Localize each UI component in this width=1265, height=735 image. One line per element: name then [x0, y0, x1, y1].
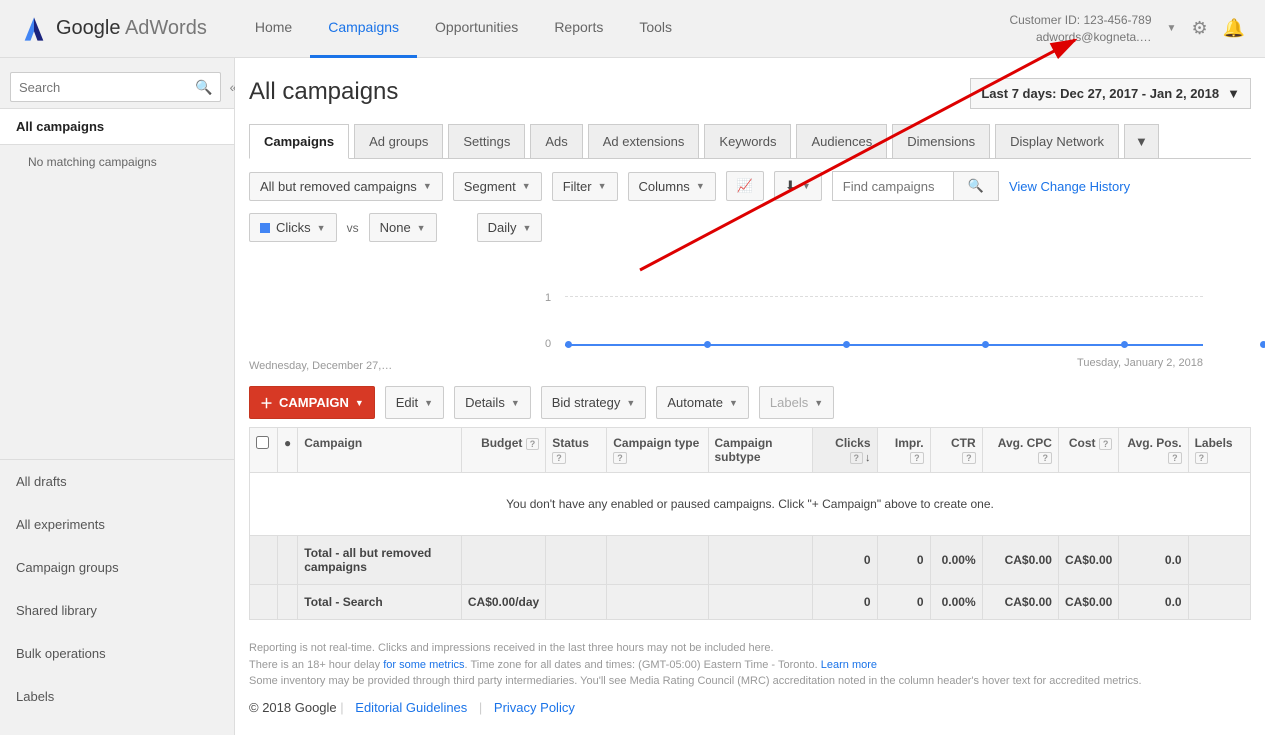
nav-home[interactable]: Home [237, 0, 310, 58]
select-all-checkbox[interactable] [256, 436, 269, 449]
nav-campaigns[interactable]: Campaigns [310, 0, 417, 58]
view-change-history-link[interactable]: View Change History [1009, 179, 1130, 194]
adwords-logo-icon [20, 15, 48, 43]
th-budget[interactable]: Budget ? [461, 428, 545, 473]
editorial-guidelines-link[interactable]: Editorial Guidelines [355, 700, 467, 715]
subtabs: Campaigns Ad groups Settings Ads Ad exte… [249, 124, 1251, 159]
gear-icon[interactable]: ⚙ [1191, 18, 1207, 39]
main-content: Last 7 days: Dec 27, 2017 - Jan 2, 2018 … [235, 58, 1265, 735]
campaigns-table: ● Campaign Budget ? Status ? Campaign ty… [249, 427, 1251, 620]
find-search-icon[interactable]: 🔍 [953, 172, 998, 200]
th-subtype[interactable]: Campaign subtype [708, 428, 812, 473]
sidebar-search[interactable]: 🔍 [10, 72, 221, 102]
sidebar-no-matching: No matching campaigns [0, 145, 234, 179]
date-range-selector[interactable]: Last 7 days: Dec 27, 2017 - Jan 2, 2018 … [970, 78, 1251, 109]
th-campaign[interactable]: Campaign [298, 428, 462, 473]
chart-icon-button[interactable]: 📈 [726, 171, 764, 201]
nav-opportunities[interactable]: Opportunities [417, 0, 536, 58]
tab-keywords[interactable]: Keywords [704, 124, 791, 158]
automate-button[interactable]: Automate▼ [656, 386, 749, 419]
th-type[interactable]: Campaign type ? [607, 428, 708, 473]
tab-display-network[interactable]: Display Network [995, 124, 1119, 158]
compare-selector[interactable]: None▼ [369, 213, 437, 242]
sidebar: 🔍 « All campaigns No matching campaigns … [0, 58, 235, 735]
chevron-down-icon: ▼ [1227, 86, 1240, 101]
sidebar-all-experiments[interactable]: All experiments [0, 503, 234, 546]
nav-tools[interactable]: Tools [621, 0, 690, 58]
sidebar-all-drafts[interactable]: All drafts [0, 460, 234, 503]
account-info: Customer ID: 123-456-789 adwords@kogneta… [1009, 12, 1151, 46]
date-range-label: Last 7 days: Dec 27, 2017 - Jan 2, 2018 [981, 86, 1219, 101]
account-email: adwords@kogneta.… [1009, 29, 1151, 46]
th-ctr[interactable]: CTR ? [930, 428, 982, 473]
th-cost[interactable]: Cost ? [1058, 428, 1118, 473]
campaign-status-filter[interactable]: All but removed campaigns▼ [249, 172, 443, 201]
search-icon: 🔍 [195, 79, 212, 96]
some-metrics-link[interactable]: for some metrics [383, 659, 464, 671]
filter-button[interactable]: Filter▼ [552, 172, 618, 201]
footer-disclaimer: Reporting is not real-time. Clicks and i… [249, 640, 1251, 690]
bell-icon[interactable]: 🔔 [1223, 18, 1245, 39]
granularity-selector[interactable]: Daily▼ [477, 213, 543, 242]
sidebar-shared-library[interactable]: Shared library [0, 589, 234, 632]
th-avg-cpc[interactable]: Avg. CPC ? [982, 428, 1058, 473]
sidebar-search-input[interactable] [19, 80, 195, 95]
empty-state-message: You don't have any enabled or paused cam… [250, 473, 1251, 536]
columns-button[interactable]: Columns▼ [628, 172, 716, 201]
chart-start-date: Wednesday, December 27,… [249, 360, 392, 372]
tab-campaigns[interactable]: Campaigns [249, 124, 349, 159]
learn-more-link[interactable]: Learn more [821, 659, 877, 671]
logo[interactable]: Google AdWords [20, 15, 207, 43]
customer-id: Customer ID: 123-456-789 [1009, 12, 1151, 29]
tab-dimensions[interactable]: Dimensions [892, 124, 990, 158]
logo-text: Google AdWords [56, 17, 207, 40]
edit-button[interactable]: Edit▼ [385, 386, 444, 419]
status-dot-header: ● [278, 428, 298, 473]
vs-label: vs [347, 221, 359, 235]
find-campaigns[interactable]: 🔍 [832, 171, 999, 201]
chart: 1 0 [249, 256, 1251, 351]
th-clicks[interactable]: Clicks ?↓ [812, 428, 877, 473]
download-button[interactable]: ⬇▼ [774, 171, 822, 201]
chart-end-date: Tuesday, January 2, 2018 [1077, 357, 1203, 369]
chart-y-0: 0 [545, 338, 551, 350]
segment-button[interactable]: Segment▼ [453, 172, 542, 201]
details-button[interactable]: Details▼ [454, 386, 531, 419]
top-header: Google AdWords Home Campaigns Opportunit… [0, 0, 1265, 58]
tab-ads[interactable]: Ads [530, 124, 582, 158]
footer-bottom: © 2018 Google | Editorial Guidelines | P… [249, 700, 1251, 715]
tab-audiences[interactable]: Audiences [796, 124, 887, 158]
th-status[interactable]: Status ? [546, 428, 607, 473]
bid-strategy-button[interactable]: Bid strategy▼ [541, 386, 647, 419]
tab-ad-extensions[interactable]: Ad extensions [588, 124, 700, 158]
total-row-search: Total - Search CA$0.00/day 0 0 0.00% CA$… [250, 585, 1251, 620]
tab-ad-groups[interactable]: Ad groups [354, 124, 443, 158]
nav-reports[interactable]: Reports [536, 0, 621, 58]
th-labels[interactable]: Labels ? [1188, 428, 1250, 473]
privacy-policy-link[interactable]: Privacy Policy [494, 700, 575, 715]
sidebar-bulk-operations[interactable]: Bulk operations [0, 632, 234, 675]
th-impr[interactable]: Impr. ? [877, 428, 930, 473]
metric-selector[interactable]: Clicks▼ [249, 213, 337, 242]
tab-overflow[interactable]: ▼ [1124, 124, 1159, 158]
th-avg-pos[interactable]: Avg. Pos. ? [1119, 428, 1188, 473]
sidebar-labels[interactable]: Labels [0, 675, 234, 718]
new-campaign-button[interactable]: ＋CAMPAIGN▼ [249, 386, 375, 419]
tab-settings[interactable]: Settings [448, 124, 525, 158]
chart-y-1: 1 [545, 292, 551, 304]
total-row-removed: Total - all but removed campaigns 0 0 0.… [250, 536, 1251, 585]
main-nav: Home Campaigns Opportunities Reports Too… [237, 0, 690, 58]
sidebar-campaign-groups[interactable]: Campaign groups [0, 546, 234, 589]
labels-button[interactable]: Labels▼ [759, 386, 834, 419]
sidebar-all-campaigns[interactable]: All campaigns [0, 108, 234, 145]
account-dropdown-icon[interactable]: ▼ [1167, 23, 1177, 34]
find-campaigns-input[interactable] [833, 172, 953, 200]
